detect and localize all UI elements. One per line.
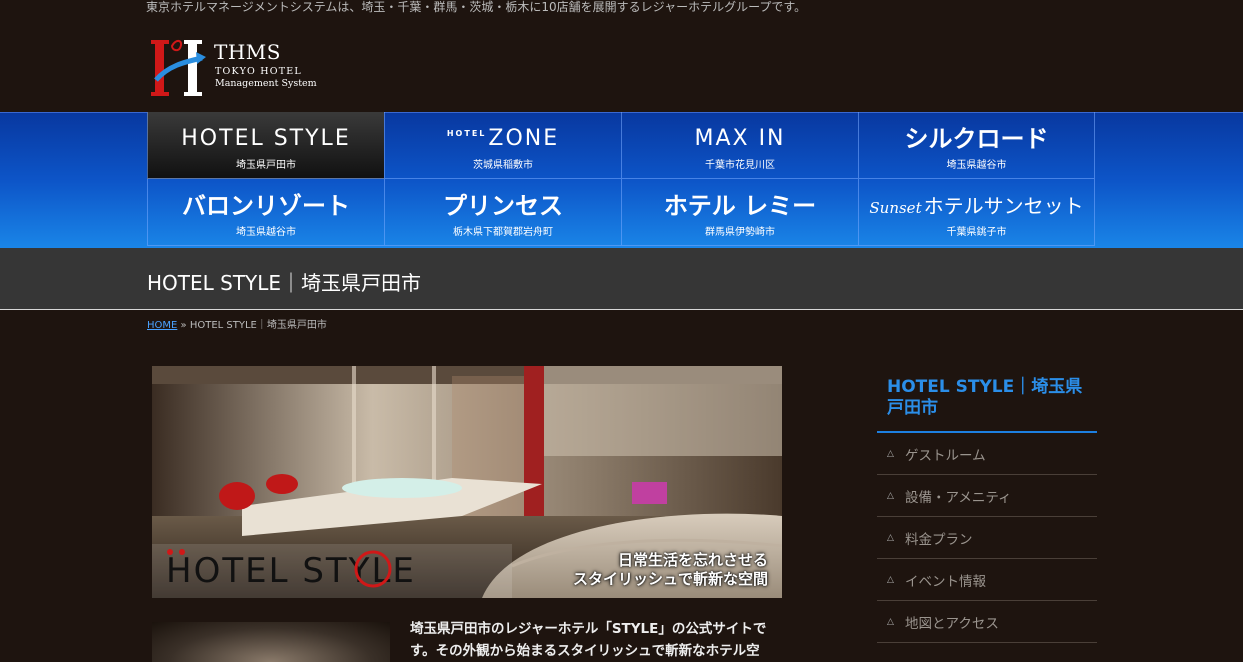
nav-brand: MAX IN xyxy=(694,126,786,151)
nav-brand: HOTELZONE xyxy=(385,124,621,154)
sidebar-item-guestroom[interactable]: △ ゲストルーム xyxy=(877,433,1097,475)
nav-princess[interactable]: プリンセス 栃木県下都賀郡岩舟町 xyxy=(384,179,621,246)
nav-hotel-style[interactable]: HOTEL STYLE 埼玉県戸田市 xyxy=(147,112,384,179)
hero-catch-line-1: 日常生活を忘れさせる xyxy=(617,551,768,569)
nav-location: 千葉市花見川区 xyxy=(705,160,775,171)
breadcrumb-separator: » xyxy=(180,320,187,331)
nav-brand: ホテル レミー xyxy=(663,192,817,220)
nav-brand-small: HOTEL xyxy=(446,129,487,138)
sidebar-item-label: 地図とアクセス xyxy=(905,615,999,632)
logo-subtitle: TOKYO HOTEL xyxy=(215,66,302,77)
logo-name: THMS xyxy=(214,40,281,64)
nav-hotel-sunset[interactable]: Sunset ホテルサンセット 千葉県銚子市 xyxy=(858,179,1095,246)
intro-text: 埼玉県戸田市のレジャーホテル「STYLE」の公式サイトです。その外観から始まるス… xyxy=(410,621,767,659)
entrance-thumbnail xyxy=(152,622,390,662)
bullet-icon: △ xyxy=(887,448,894,459)
nav-location: 埼玉県越谷市 xyxy=(236,227,296,238)
sidebar-menu: △ ゲストルーム △ 設備・アメニティ △ 料金プラン △ イベント情報 △ 地図とアクセ… xyxy=(877,433,1097,643)
nav-location: 茨城県稲敷市 xyxy=(473,160,533,171)
sidebar-item-label: 設備・アメニティ xyxy=(905,489,1012,506)
page-title: HOTEL STYLE｜埼玉県戸田市 xyxy=(147,271,422,295)
nav-brand-main: ホテルサンセット xyxy=(923,194,1084,218)
thms-logo[interactable]: THMS TOKYO HOTEL Management System xyxy=(150,36,350,98)
page-title-bar: HOTEL STYLE｜埼玉県戸田市 xyxy=(0,248,1243,310)
hero-image: HOTEL STYLE 日常生活を忘れさせる スタイリッシュで斬新な空間 xyxy=(152,366,782,598)
nav-location: 埼玉県戸田市 xyxy=(236,160,296,171)
site-tagline: 東京ホテルマネージメントシステムは、埼玉・千葉・群馬・茨城・栃木に10店舗を展開… xyxy=(146,0,807,14)
breadcrumb-current: HOTEL STYLE｜埼玉県戸田市 xyxy=(189,320,327,331)
nav-brand: シルクロード xyxy=(904,125,1049,153)
nav-silkroad[interactable]: シルクロード 埼玉県越谷市 xyxy=(858,112,1095,179)
bullet-icon: △ xyxy=(887,574,894,585)
bullet-icon: △ xyxy=(887,490,894,501)
hero-catch-line-2: スタイリッシュで斬新な空間 xyxy=(572,570,768,588)
nav-location: 埼玉県越谷市 xyxy=(946,160,1007,171)
nav-location: 千葉県銚子市 xyxy=(946,227,1007,238)
nav-brand: バロンリゾート xyxy=(182,192,350,220)
breadcrumb: HOME » HOTEL STYLE｜埼玉県戸田市 xyxy=(147,316,327,331)
sidebar: HOTEL STYLE｜埼玉県戸田市 △ ゲストルーム △ 設備・アメニティ △ 料金… xyxy=(877,366,1097,643)
nav-brand-script: Sunset xyxy=(869,199,922,217)
breadcrumb-home-link[interactable]: HOME xyxy=(147,320,177,331)
sidebar-item-amenity[interactable]: △ 設備・アメニティ xyxy=(877,475,1097,517)
sidebar-item-label: イベント情報 xyxy=(905,573,986,590)
nav-hotel-zone[interactable]: HOTELZONE 茨城県稲敷市 xyxy=(384,112,621,179)
nav-baron-resort[interactable]: バロンリゾート 埼玉県越谷市 xyxy=(147,179,384,246)
nav-brand-main: ZONE xyxy=(488,126,560,151)
nav-brand: Sunset ホテルサンセット xyxy=(859,191,1094,221)
sidebar-item-price[interactable]: △ 料金プラン xyxy=(877,517,1097,559)
sidebar-title: HOTEL STYLE｜埼玉県戸田市 xyxy=(877,366,1097,433)
sidebar-item-access[interactable]: △ 地図とアクセス xyxy=(877,601,1097,643)
nav-hotel-remy[interactable]: ホテル レミー 群馬県伊勢崎市 xyxy=(621,179,858,246)
sidebar-item-event[interactable]: △ イベント情報 xyxy=(877,559,1097,601)
hotel-nav: HOTEL STYLE 埼玉県戸田市 HOTELZONE 茨城県稲敷市 MAX … xyxy=(147,112,1096,248)
bullet-icon: △ xyxy=(887,616,894,627)
nav-location: 群馬県伊勢崎市 xyxy=(705,227,775,238)
nav-brand: プリンセス xyxy=(443,192,563,220)
hero-catchcopy: 日常生活を忘れさせる スタイリッシュで斬新な空間 xyxy=(573,551,768,589)
nav-brand: HOTEL STYLE xyxy=(181,126,351,151)
sidebar-item-label: ゲストルーム xyxy=(905,447,986,464)
nav-max-in[interactable]: MAX IN 千葉市花見川区 xyxy=(621,112,858,179)
bullet-icon: △ xyxy=(887,532,894,543)
logo-subtitle-2: Management System xyxy=(215,78,317,89)
nav-location: 栃木県下都賀郡岩舟町 xyxy=(453,227,553,238)
thms-logo-mark xyxy=(151,40,206,96)
sidebar-item-label: 料金プラン xyxy=(905,531,973,548)
